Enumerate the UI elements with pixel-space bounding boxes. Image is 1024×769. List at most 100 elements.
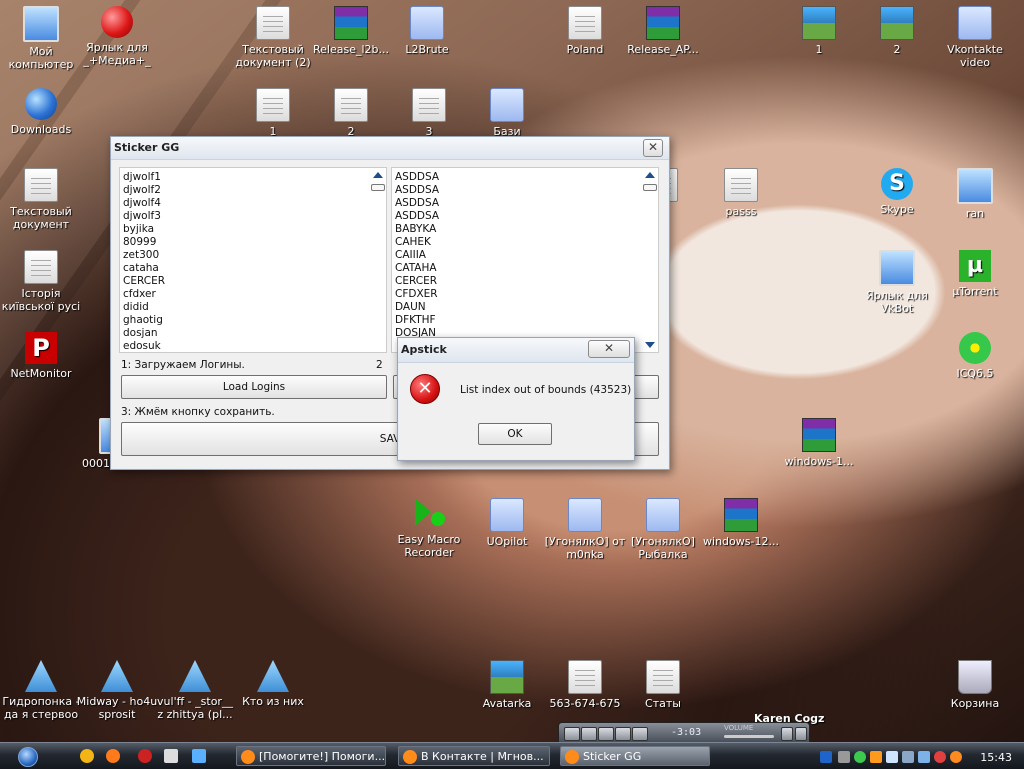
scroll-thumb[interactable] xyxy=(371,184,385,191)
quicklaunch-icon-1[interactable] xyxy=(80,749,94,763)
desktop-icon[interactable]: 2 xyxy=(310,88,392,138)
desktop-icon[interactable]: 2 xyxy=(856,6,938,56)
tray-icon-7[interactable] xyxy=(918,751,930,763)
tray-icon-6[interactable] xyxy=(902,751,914,763)
list-item[interactable]: edosuk xyxy=(120,340,386,352)
start-button[interactable] xyxy=(4,746,58,767)
list-item[interactable]: didid xyxy=(120,301,386,314)
list-item[interactable]: djwolf2 xyxy=(120,184,386,197)
quicklaunch-icon-5[interactable] xyxy=(192,749,206,763)
desktop-icon[interactable]: Текстовый документ (2) xyxy=(232,6,314,69)
desktop-icon[interactable]: 1 xyxy=(778,6,860,56)
scroll-down-icon[interactable] xyxy=(645,342,655,348)
list-item[interactable]: ASDDSA xyxy=(392,210,658,223)
desktop-icon[interactable]: Avatarka xyxy=(466,660,548,710)
tray-icon-8[interactable] xyxy=(934,751,946,763)
list-item[interactable]: ASDDSA xyxy=(392,184,658,197)
list-item[interactable]: BABYKA xyxy=(392,223,658,236)
sticker-close-button[interactable]: ✕ xyxy=(643,139,663,157)
desktop-icon[interactable]: Кто из них xyxy=(232,660,314,708)
taskbar-button[interactable]: В Контакте | Мгнов... xyxy=(398,746,550,766)
desktop-icon[interactable]: Midway - ho4u sprosit xyxy=(76,660,158,721)
list-item[interactable]: CATAHA xyxy=(392,262,658,275)
player-close-button[interactable] xyxy=(795,727,807,741)
desktop-icon[interactable]: 1 xyxy=(232,88,314,138)
list-item[interactable]: djwolf4 xyxy=(120,197,386,210)
scroll-thumb[interactable] xyxy=(643,184,657,191)
list-item[interactable]: CERCER xyxy=(120,275,386,288)
desktop-icon[interactable]: Ярлык для VkBot xyxy=(856,250,938,315)
list-item[interactable]: DFKTHF xyxy=(392,314,658,327)
dialog-close-button[interactable]: ✕ xyxy=(588,340,630,358)
desktop-icon[interactable]: Release_AP... xyxy=(622,6,704,56)
desktop-icon[interactable]: Гидропонка - да я стервоо xyxy=(0,660,82,721)
list-item[interactable]: cfdxer xyxy=(120,288,386,301)
desktop-icon[interactable]: Vkontakte video xyxy=(934,6,1016,69)
scroll-up-icon[interactable] xyxy=(645,172,655,178)
desktop-icon[interactable]: 563-674-675 xyxy=(544,660,626,710)
stop-button[interactable] xyxy=(598,727,614,741)
pause-button[interactable] xyxy=(581,727,597,741)
desktop-icon[interactable]: windows-1... xyxy=(778,418,860,468)
tray-icon-1[interactable] xyxy=(820,751,832,763)
desktop-icon[interactable]: windows-12... xyxy=(700,498,782,548)
list-item[interactable]: dosjan xyxy=(120,327,386,340)
desktop-icon[interactable]: ICQ6.5 xyxy=(934,332,1016,380)
desktop-icon[interactable]: ran xyxy=(934,168,1016,220)
play-button[interactable] xyxy=(564,727,580,741)
player-up-button[interactable] xyxy=(781,727,793,741)
tray-icon-4[interactable] xyxy=(870,751,882,763)
list-item[interactable]: ghaotig xyxy=(120,314,386,327)
list-item[interactable]: cataha xyxy=(120,262,386,275)
list-item[interactable]: 80999 xyxy=(120,236,386,249)
list-item[interactable]: CAHEK xyxy=(392,236,658,249)
list-item[interactable]: djwolf1 xyxy=(120,171,386,184)
desktop-icon[interactable]: Текстовый документ xyxy=(0,168,82,231)
desktop-icon[interactable]: Корзина xyxy=(934,660,1016,710)
ok-button[interactable]: OK xyxy=(478,423,552,445)
volume-slider[interactable] xyxy=(724,735,774,738)
list-item[interactable]: zet300 xyxy=(120,249,386,262)
desktop-icon[interactable]: Бази xyxy=(466,88,548,138)
desktop-icon[interactable]: 3 xyxy=(388,88,470,138)
list-item[interactable]: CERCER xyxy=(392,275,658,288)
list-item[interactable]: ASDDSA xyxy=(392,171,658,184)
list-item[interactable]: ASDDSA xyxy=(392,197,658,210)
desktop-icon[interactable]: passs xyxy=(700,168,782,218)
list-item[interactable]: DAUN xyxy=(392,301,658,314)
desktop-icon[interactable]: Ярлык для _+Медиа+_ xyxy=(76,6,158,67)
desktop-icon[interactable]: [УгонялкО] от m0nka xyxy=(544,498,626,561)
prev-button[interactable] xyxy=(615,727,631,741)
desktop-icon[interactable]: P NetMonitor xyxy=(0,332,82,380)
desktop-icon[interactable]: Release_l2b... xyxy=(310,6,392,56)
desktop-icon[interactable]: Easy Macro Recorder xyxy=(388,498,470,559)
desktop-icon[interactable]: Poland xyxy=(544,6,626,56)
desktop-icon[interactable]: UOpilot xyxy=(466,498,548,548)
next-button[interactable] xyxy=(632,727,648,741)
right-list-scrollbar[interactable] xyxy=(641,168,658,352)
right-login-list[interactable]: ASDDSA ASDDSA ASDDSA ASDDSA BABYKA CAHEK CAIII… xyxy=(391,167,659,353)
taskbar-button[interactable]: [Помогите!] Помоги... xyxy=(236,746,386,766)
load-logins-button[interactable]: Load Logins xyxy=(121,375,387,399)
taskbar-button[interactable]: Sticker GG xyxy=(560,746,710,766)
desktop-icon[interactable]: L2Brute xyxy=(386,6,468,56)
tray-icon-2[interactable] xyxy=(838,751,850,763)
quicklaunch-icon-3[interactable] xyxy=(138,749,152,763)
desktop-icon[interactable]: Мой компьютер xyxy=(0,6,82,71)
list-item[interactable]: djwolf3 xyxy=(120,210,386,223)
list-item[interactable]: byjika xyxy=(120,223,386,236)
quicklaunch-icon-4[interactable] xyxy=(164,749,178,763)
scroll-up-icon[interactable] xyxy=(373,172,383,178)
desktop-icon[interactable]: µ µTorrent xyxy=(934,250,1016,298)
desktop-icon[interactable]: S Skype xyxy=(856,168,938,216)
firefox-icon[interactable] xyxy=(106,749,120,763)
list-item[interactable]: CFDXER xyxy=(392,288,658,301)
desktop-icon[interactable]: Історія київської русі xyxy=(0,250,82,313)
tray-icon-9[interactable] xyxy=(950,751,962,763)
desktop-icon[interactable]: [УгонялкО] Рыбалка xyxy=(622,498,704,561)
left-list-scrollbar[interactable] xyxy=(369,168,386,352)
tray-icon-3[interactable] xyxy=(854,751,866,763)
desktop-icon[interactable]: vul'ff - _stor__ z zhittya (pl... xyxy=(154,660,236,721)
left-login-list[interactable]: djwolf1 djwolf2 djwolf4 djwolf3 byjika 80999 z… xyxy=(119,167,387,353)
list-item[interactable]: CAIIIA xyxy=(392,249,658,262)
